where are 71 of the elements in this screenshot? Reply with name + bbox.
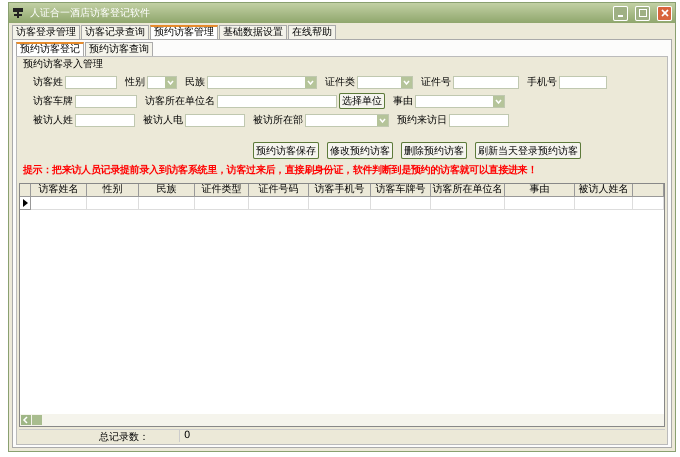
group-title: 预约访客录入管理 — [22, 58, 104, 71]
close-icon — [660, 9, 668, 17]
field-label: 预约来访日 — [397, 114, 447, 127]
field-label: 民族 — [185, 76, 205, 89]
field-label: 手机号 — [527, 76, 557, 89]
table-cell — [371, 197, 431, 210]
field-label: 被访人姓 — [33, 114, 73, 127]
dropdown-field[interactable] — [305, 114, 389, 126]
field-label: 被访人电 — [143, 114, 183, 127]
maximize-button[interactable] — [635, 6, 650, 20]
action-button[interactable]: 修改预约访客 — [327, 142, 393, 159]
corner-cell — [20, 184, 31, 197]
sub-tab[interactable]: 预约访客登记 — [16, 42, 84, 56]
row-pointer-icon — [22, 199, 28, 207]
column-header[interactable]: 证件号码 — [249, 184, 309, 197]
column-header[interactable] — [633, 184, 664, 197]
table-cell — [633, 197, 664, 210]
input-field[interactable] — [449, 114, 509, 126]
action-button[interactable]: 刷新当天登录预约访客 — [475, 142, 581, 159]
dropdown-field[interactable] — [415, 94, 505, 108]
scroll-left-icon[interactable] — [21, 415, 31, 425]
input-field[interactable] — [75, 94, 137, 108]
table-cell — [31, 197, 87, 210]
scroll-thumb[interactable] — [32, 415, 42, 425]
table-cell — [87, 197, 139, 210]
column-header[interactable]: 证件类型 — [195, 184, 249, 197]
dropdown-field[interactable] — [357, 76, 413, 88]
table-cell — [505, 197, 575, 210]
field-label: 访客姓 — [33, 76, 63, 89]
app-icon — [12, 7, 24, 19]
maximize-icon — [638, 9, 646, 17]
field-label: 访客车牌 — [33, 94, 73, 108]
record-count: 0 — [183, 430, 190, 442]
input-field[interactable] — [75, 114, 135, 126]
field-label: 性别 — [125, 76, 145, 89]
table-cell — [309, 197, 371, 210]
input-field[interactable] — [453, 76, 519, 88]
field-label: 被访所在部 — [253, 114, 303, 127]
action-button[interactable]: 预约访客保存 — [253, 142, 319, 159]
dropdown-field[interactable] — [147, 76, 177, 88]
field-label: 访客所在单位名 — [145, 94, 215, 108]
column-header[interactable]: 民族 — [139, 184, 195, 197]
close-button[interactable] — [657, 6, 672, 20]
input-field[interactable] — [559, 76, 607, 88]
select-unit-button[interactable]: 选择单位 — [339, 93, 385, 109]
sub-tab[interactable]: 预约访客查询 — [85, 42, 153, 56]
tip-text: 提示：把来访人员记录提前录入到访客系统里，访客过来后，直接刷身份证，软件判断到是预约的访客就可以直接进来！ — [23, 163, 538, 177]
row-header-cell[interactable] — [20, 197, 31, 210]
table-cell — [139, 197, 195, 210]
column-header[interactable]: 性别 — [87, 184, 139, 197]
menu-tab[interactable]: 基础数据设置 — [219, 25, 287, 39]
menu-tab[interactable]: 访客记录查询 — [81, 25, 149, 39]
input-field[interactable] — [185, 114, 245, 126]
table-cell — [195, 197, 249, 210]
record-count-label: 总记录数： — [19, 430, 180, 442]
input-field[interactable] — [217, 94, 337, 108]
menu-tab[interactable]: 访客登录管理 — [12, 25, 80, 39]
field-label: 证件号 — [421, 76, 451, 89]
table-cell — [575, 197, 633, 210]
field-label: 事由 — [393, 94, 413, 108]
input-field[interactable] — [65, 76, 117, 88]
table-cell — [249, 197, 309, 210]
field-label: 证件类 — [325, 76, 355, 89]
menu-tab[interactable]: 在线帮助 — [288, 25, 336, 39]
window-title: 人证合一酒店访客登记软件 — [30, 6, 150, 20]
action-button[interactable]: 删除预约访客 — [401, 142, 467, 159]
column-header[interactable]: 事由 — [505, 184, 575, 197]
dropdown-field[interactable] — [207, 76, 317, 88]
menu-tab[interactable]: 预约访客管理 — [150, 25, 218, 39]
horizontal-scrollbar[interactable] — [20, 414, 664, 426]
minimize-button[interactable] — [613, 6, 628, 20]
